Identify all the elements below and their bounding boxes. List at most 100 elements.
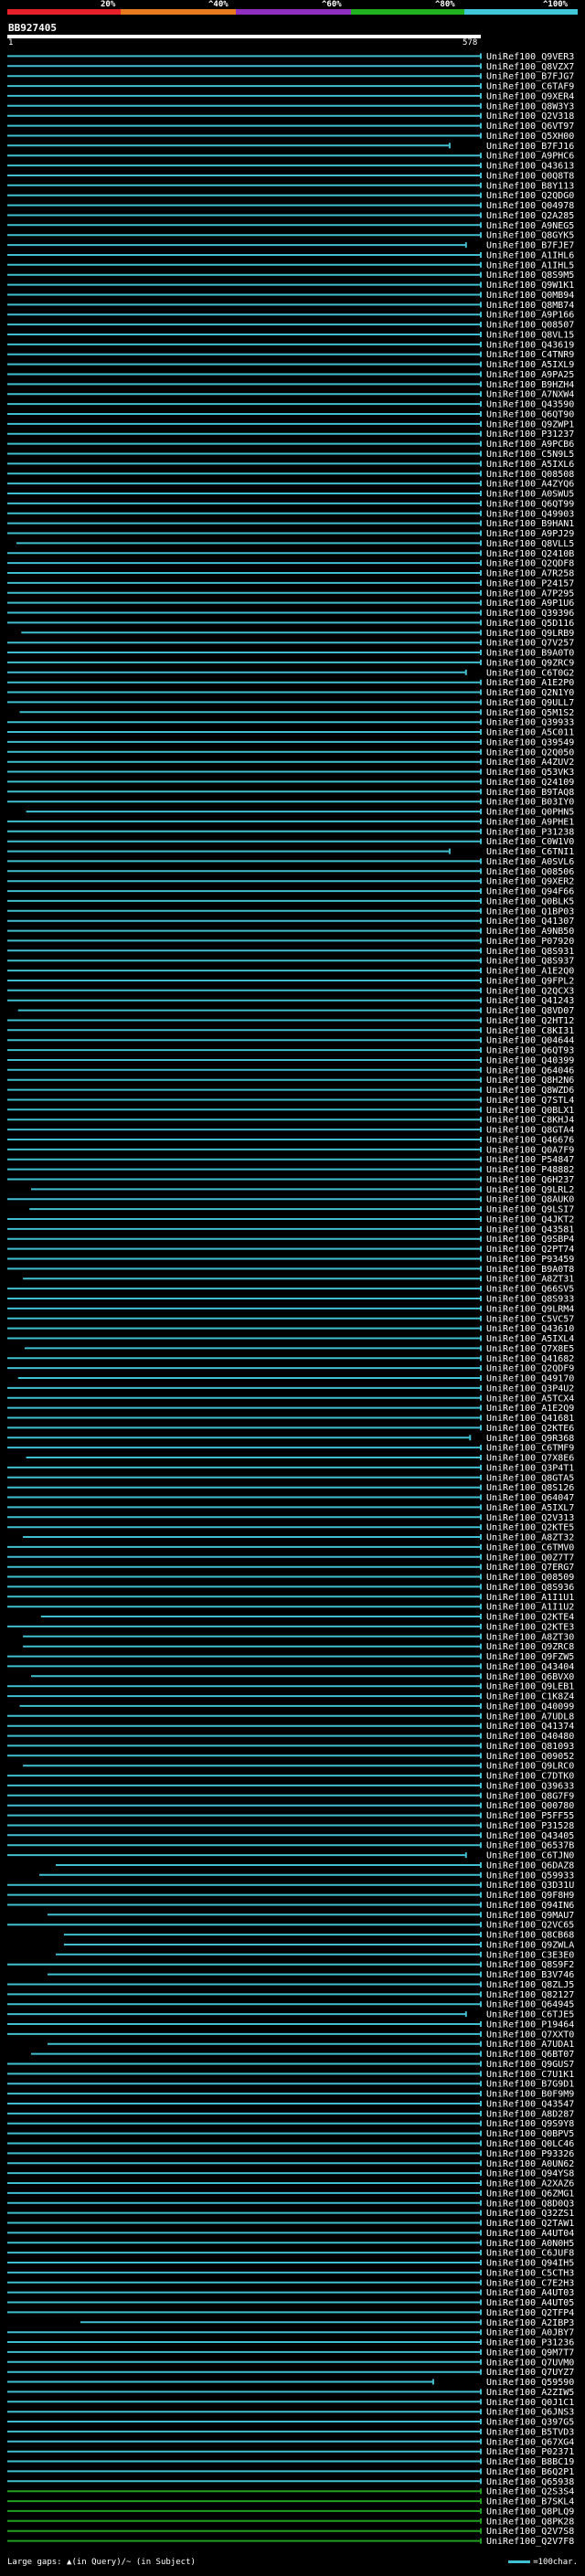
hit-label[interactable]: UniRef100_Q9ZRC9 [486, 658, 574, 668]
hit-label[interactable]: UniRef100_B9A0T8 [486, 1265, 574, 1275]
hit-label[interactable]: UniRef100_Q7STL4 [486, 1096, 574, 1106]
hit-label[interactable]: UniRef100_Q3P4U2 [486, 1383, 574, 1394]
hit-label[interactable]: UniRef100_Q2PT74 [486, 1245, 574, 1255]
hit-label[interactable]: UniRef100_A5TCX4 [486, 1394, 574, 1404]
hit-label[interactable]: UniRef100_Q6H237 [486, 1175, 574, 1185]
hit-label[interactable]: UniRef100_C8KHJ4 [486, 1116, 574, 1126]
hit-label[interactable]: UniRef100_A5IXL4 [486, 1334, 574, 1344]
hit-label[interactable]: UniRef100_Q64047 [486, 1493, 574, 1503]
hit-label[interactable]: UniRef100_Q2TFP4 [486, 2308, 574, 2318]
hit-label[interactable]: UniRef100_A2ZIW5 [486, 2388, 574, 2398]
hit-label[interactable]: UniRef100_Q9XER2 [486, 877, 574, 887]
hit-label[interactable]: UniRef100_P24157 [486, 578, 574, 588]
hit-label[interactable]: UniRef100_Q43404 [486, 1662, 574, 1672]
hit-label[interactable]: UniRef100_Q8S931 [486, 947, 574, 957]
hit-label[interactable]: UniRef100_A0SWU5 [486, 490, 574, 500]
hit-label[interactable]: UniRef100_B5TVD3 [486, 2427, 574, 2437]
hit-label[interactable]: UniRef100_Q6QT93 [486, 1046, 574, 1056]
hit-label[interactable]: UniRef100_Q8CB68 [486, 1931, 574, 1941]
hit-label[interactable]: UniRef100_Q6JNS3 [486, 2408, 574, 2418]
hit-label[interactable]: UniRef100_A7NXW4 [486, 390, 574, 400]
hit-label[interactable]: UniRef100_Q2KTE3 [486, 1622, 574, 1632]
hit-label[interactable]: UniRef100_Q8S9M5 [486, 270, 574, 281]
hit-label[interactable]: UniRef100_Q9M7T7 [486, 2348, 574, 2358]
hit-label[interactable]: UniRef100_Q8WZD6 [486, 1086, 574, 1096]
hit-label[interactable]: UniRef100_Q8AUK0 [486, 1195, 574, 1205]
hit-label[interactable]: UniRef100_Q8S9F2 [486, 1960, 574, 1970]
hit-label[interactable]: UniRef100_Q9ULL7 [486, 698, 574, 708]
hit-label[interactable]: UniRef100_Q09052 [486, 1752, 574, 1762]
hit-label[interactable]: UniRef100_A0UN62 [486, 2159, 574, 2169]
hit-label[interactable]: UniRef100_Q39933 [486, 718, 574, 728]
hit-label[interactable]: UniRef100_A8D287 [486, 2109, 574, 2119]
hit-label[interactable]: UniRef100_Q9SBP4 [486, 1235, 574, 1245]
hit-label[interactable]: UniRef100_Q6QT90 [486, 410, 574, 420]
hit-label[interactable]: UniRef100_Q4JKT2 [486, 1215, 574, 1225]
hit-label[interactable]: UniRef100_P19464 [486, 2020, 574, 2030]
hit-label[interactable]: UniRef100_C6TMF9 [486, 1444, 574, 1454]
hit-label[interactable]: UniRef100_A1I1U2 [486, 1603, 574, 1613]
hit-label[interactable]: UniRef100_Q94F66 [486, 887, 574, 897]
hit-label[interactable]: UniRef100_A0JBY7 [486, 2328, 574, 2338]
hit-label[interactable]: UniRef100_Q0BPV5 [486, 2129, 574, 2139]
hit-label[interactable]: UniRef100_A1E2Q0 [486, 967, 574, 977]
hit-label[interactable]: UniRef100_Q8PK28 [486, 2517, 574, 2527]
hit-label[interactable]: UniRef100_P54847 [486, 1155, 574, 1165]
hit-label[interactable]: UniRef100_C7U1K1 [486, 2070, 574, 2080]
hit-label[interactable]: UniRef100_Q0PHN5 [486, 808, 574, 818]
hit-label[interactable]: UniRef100_A0N0H5 [486, 2239, 574, 2249]
hit-label[interactable]: UniRef100_Q5XH00 [486, 132, 574, 142]
hit-label[interactable]: UniRef100_Q39549 [486, 737, 574, 747]
hit-label[interactable]: UniRef100_Q9ZWP1 [486, 419, 574, 429]
hit-label[interactable]: UniRef100_Q40099 [486, 1701, 574, 1712]
hit-label[interactable]: UniRef100_A4UT03 [486, 2288, 574, 2298]
hit-label[interactable]: UniRef100_Q81093 [486, 1742, 574, 1752]
hit-label[interactable]: UniRef100_C5CTH3 [486, 2268, 574, 2278]
hit-label[interactable]: UniRef100_A7P295 [486, 588, 574, 599]
hit-label[interactable]: UniRef100_Q08508 [486, 470, 574, 480]
hit-label[interactable]: UniRef100_C6TJE5 [486, 2010, 574, 2020]
hit-label[interactable]: UniRef100_Q67XG4 [486, 2437, 574, 2447]
hit-label[interactable]: UniRef100_Q7ERG7 [486, 1563, 574, 1573]
hit-label[interactable]: UniRef100_Q6VT97 [486, 122, 574, 132]
hit-label[interactable]: UniRef100_Q8VLL5 [486, 539, 574, 549]
hit-label[interactable]: UniRef100_Q43547 [486, 2100, 574, 2110]
hit-label[interactable]: UniRef100_A5IXL7 [486, 1503, 574, 1513]
hit-label[interactable]: UniRef100_Q397G5 [486, 2418, 574, 2428]
hit-label[interactable]: UniRef100_Q24109 [486, 778, 574, 788]
hit-label[interactable]: UniRef100_Q41243 [486, 996, 574, 1006]
hit-label[interactable]: UniRef100_Q8VZX7 [486, 62, 574, 72]
hit-label[interactable]: UniRef100_Q7X8E5 [486, 1344, 574, 1354]
hit-label[interactable]: UniRef100_Q3D31U [486, 1881, 574, 1891]
hit-label[interactable]: UniRef100_A1I1U1 [486, 1593, 574, 1603]
hit-label[interactable]: UniRef100_Q6QT99 [486, 499, 574, 509]
hit-label[interactable]: UniRef100_Q2A285 [486, 211, 574, 221]
hit-label[interactable]: UniRef100_Q2QDF9 [486, 1364, 574, 1374]
hit-label[interactable]: UniRef100_A4ZYQ6 [486, 480, 574, 490]
hit-label[interactable]: UniRef100_B03IY0 [486, 798, 574, 808]
hit-label[interactable]: UniRef100_C6TAF9 [486, 82, 574, 92]
hit-label[interactable]: UniRef100_Q9W1K1 [486, 281, 574, 291]
hit-label[interactable]: UniRef100_Q0MB94 [486, 291, 574, 301]
hit-label[interactable]: UniRef100_Q9MAU7 [486, 1911, 574, 1921]
hit-label[interactable]: UniRef100_A4UT04 [486, 2229, 574, 2239]
hit-label[interactable]: UniRef100_Q8VD07 [486, 1006, 574, 1016]
hit-label[interactable]: UniRef100_B7SKL4 [486, 2497, 574, 2507]
hit-label[interactable]: UniRef100_Q9FZW5 [486, 1652, 574, 1662]
hit-label[interactable]: UniRef100_Q2V7S8 [486, 2527, 574, 2537]
hit-label[interactable]: UniRef100_Q9VER3 [486, 52, 574, 62]
hit-label[interactable]: UniRef100_B9HAN1 [486, 519, 574, 529]
hit-label[interactable]: UniRef100_Q2QDG0 [486, 191, 574, 201]
hit-label[interactable]: UniRef100_Q2V318 [486, 111, 574, 122]
hit-label[interactable]: UniRef100_B7FJE7 [486, 241, 574, 251]
hit-label[interactable]: UniRef100_A1E2Q9 [486, 1404, 574, 1414]
hit-label[interactable]: UniRef100_A2XAZ6 [486, 2179, 574, 2189]
hit-label[interactable]: UniRef100_A1E2P0 [486, 678, 574, 688]
hit-label[interactable]: UniRef100_Q0Z7T7 [486, 1553, 574, 1563]
hit-label[interactable]: UniRef100_C6T0G2 [486, 668, 574, 678]
hit-label[interactable]: UniRef100_A5IXL6 [486, 460, 574, 470]
hit-label[interactable]: UniRef100_C4TNR9 [486, 350, 574, 360]
hit-label[interactable]: UniRef100_Q2410B [486, 549, 574, 559]
hit-label[interactable]: UniRef100_P93459 [486, 1255, 574, 1265]
hit-label[interactable]: UniRef100_Q9LSI7 [486, 1205, 574, 1215]
